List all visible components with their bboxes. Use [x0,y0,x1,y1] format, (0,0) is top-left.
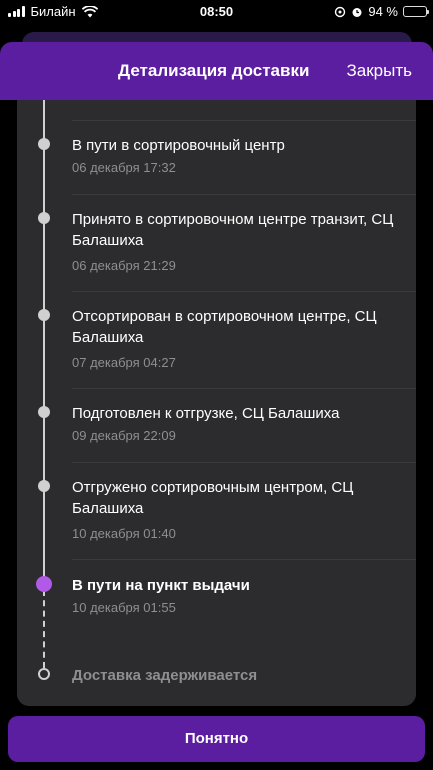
event-date: 07 декабря 04:27 [72,355,176,370]
sheet-header: Детализация доставки Закрыть [0,42,433,100]
separator [72,559,416,560]
timeline-dot-active [36,576,52,592]
sheet-title: Детализация доставки [118,61,310,80]
separator [72,194,416,195]
event-title: В пути на пункт выдачи [72,577,250,594]
event-title: В пути в сортировочный центр [72,137,285,154]
event-date: 10 декабря 01:55 [72,600,176,615]
separator [72,120,416,121]
timeline-dot-pending [38,668,50,680]
status-bar: Билайн 08:50 94 % [0,0,433,24]
event-date: 10 декабря 01:40 [72,526,176,541]
event-date: 06 декабря 21:29 [72,258,176,273]
timeline-line-pending [43,590,45,668]
timeline-dot [38,138,50,150]
timeline-dot [38,309,50,321]
separator [72,388,416,389]
battery-percent: 94 % [368,4,398,19]
event-title: Подготовлен к отгрузке, СЦ Балашиха [72,405,340,422]
close-button[interactable]: Закрыть [347,61,412,81]
timeline-card[interactable]: В пути в сортировочный центр 06 декабря … [17,100,416,706]
confirm-button[interactable]: Понятно [8,716,425,762]
location-lock-icon [335,6,346,17]
alarm-icon [352,7,362,17]
status-right: 94 % [334,4,429,19]
separator [72,462,416,463]
timeline-dot [38,212,50,224]
timeline-dot [38,480,50,492]
event-title: Принято в сортировочном центре транзит, … [72,211,394,249]
timeline-line [43,100,45,584]
event-title: Отгружено сортировочным центром, СЦ Бала… [72,479,354,517]
event-date: 09 декабря 22:09 [72,428,176,443]
battery-icon [403,6,429,17]
separator [72,291,416,292]
event-date: 06 декабря 17:32 [72,160,176,175]
timeline-dot [38,406,50,418]
event-title: Отсортирован в сортировочном центре, СЦ … [72,308,377,346]
event-title: Доставка задерживается [72,667,258,684]
